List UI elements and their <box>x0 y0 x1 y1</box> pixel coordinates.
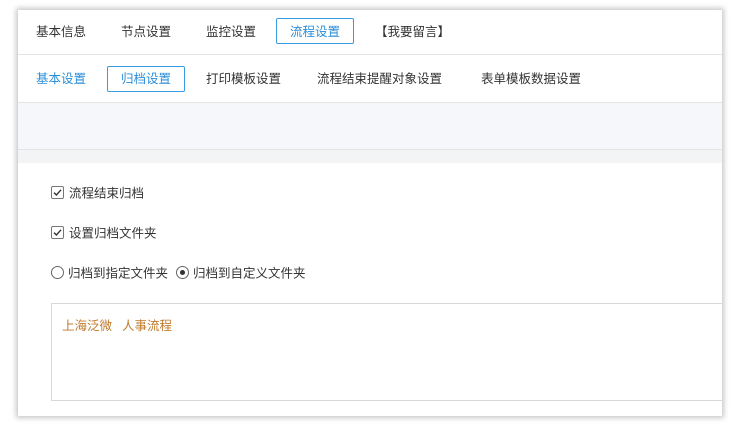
top-tab-bar: 基本信息 节点设置 监控设置 流程设置 【我要留言】 <box>18 10 722 55</box>
radio-custom-folder-label: 归档到自定义文件夹 <box>193 265 306 281</box>
tab-workflow-settings[interactable]: 流程设置 <box>276 18 355 44</box>
custom-folder-path-box[interactable]: 上海泛微 人事流程 <box>51 303 722 401</box>
subtab-basic-settings[interactable]: 基本设置 <box>36 66 86 92</box>
subtab-form-template-data-settings[interactable]: 表单模板数据设置 <box>481 66 581 92</box>
tab-monitor-settings[interactable]: 监控设置 <box>206 19 256 45</box>
subtab-archive-settings[interactable]: 归档设置 <box>107 66 186 92</box>
tab-leave-message[interactable]: 【我要留言】 <box>375 19 450 45</box>
folder-path-segment[interactable]: 人事流程 <box>122 315 172 334</box>
sub-tab-bar: 基本设置 归档设置 打印模板设置 流程结束提醒对象设置 表单模板数据设置 <box>18 55 722 103</box>
subtab-print-template-settings[interactable]: 打印模板设置 <box>206 66 281 92</box>
checkmark-icon <box>53 229 62 237</box>
tab-node-settings[interactable]: 节点设置 <box>121 19 171 45</box>
section-divider <box>18 150 722 163</box>
radio-specified-folder[interactable] <box>51 266 64 279</box>
set-archive-folder-checkbox[interactable] <box>51 226 64 239</box>
archive-on-end-label: 流程结束归档 <box>69 185 145 201</box>
radio-specified-folder-label: 归档到指定文件夹 <box>68 265 169 281</box>
subtab-end-reminder-settings[interactable]: 流程结束提醒对象设置 <box>317 66 442 92</box>
tab-basic-info[interactable]: 基本信息 <box>36 19 86 45</box>
folder-path-segment[interactable]: 上海泛微 <box>62 315 112 334</box>
archive-on-end-option[interactable]: 流程结束归档 <box>51 184 144 202</box>
settings-panel: 基本信息 节点设置 监控设置 流程设置 【我要留言】 基本设置 归档设置 打印模… <box>18 10 722 416</box>
set-archive-folder-option[interactable]: 设置归档文件夹 <box>51 224 157 242</box>
checkmark-icon <box>53 189 62 197</box>
radio-custom-folder[interactable] <box>176 266 189 279</box>
archive-target-radio-group: 归档到指定文件夹 归档到自定义文件夹 <box>51 264 306 282</box>
set-archive-folder-label: 设置归档文件夹 <box>69 225 157 241</box>
archive-on-end-checkbox[interactable] <box>51 186 64 199</box>
radio-selected-dot <box>180 270 185 275</box>
toolbar-band <box>18 103 722 150</box>
